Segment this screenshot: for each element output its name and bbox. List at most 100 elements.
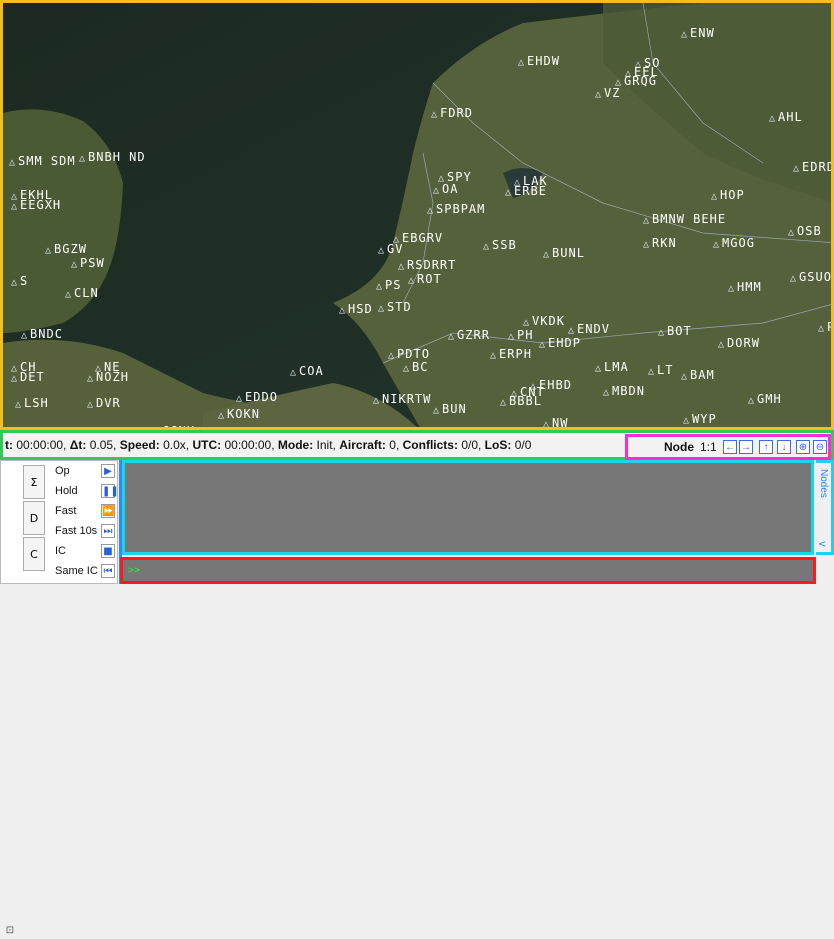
zoom-out-icon: ⊖ xyxy=(815,442,825,453)
panel-toggle-icon[interactable]: ⊡ xyxy=(2,923,18,939)
waypoint[interactable]: △ BNDC xyxy=(21,328,63,342)
utc-value: 00:00:00, xyxy=(224,438,275,452)
waypoint[interactable]: △ LSH xyxy=(15,397,49,411)
waypoint-triangle-icon: △ xyxy=(378,303,386,314)
pan-left-button[interactable]: ← xyxy=(723,440,737,454)
waypoint[interactable]: △ BGZW xyxy=(45,243,87,257)
waypoint[interactable]: △ ENW xyxy=(681,27,715,41)
pan-down-button[interactable]: ↓ xyxy=(777,440,791,454)
waypoint[interactable]: △ KOKN xyxy=(218,408,260,422)
waypoint[interactable]: △ PS xyxy=(376,279,401,293)
waypoint[interactable]: △ LMA xyxy=(595,361,629,375)
waypoint[interactable]: △ EDRD xyxy=(793,160,834,175)
waypoint-triangle-icon: △ xyxy=(427,205,435,216)
time-label: t: xyxy=(5,438,13,452)
waypoint[interactable]: △ EHDP xyxy=(539,337,581,351)
waypoint[interactable]: △ AHL xyxy=(769,111,803,125)
waypoint[interactable]: △ HMM xyxy=(728,281,762,295)
waypoint[interactable]: △ EHBD xyxy=(530,379,572,393)
pan-up-button[interactable]: ↑ xyxy=(759,440,773,454)
waypoint[interactable]: △ MBDN xyxy=(603,385,645,399)
waypoint-triangle-icon: △ xyxy=(643,215,651,226)
waypoint[interactable]: △ RSDRRT xyxy=(398,259,456,273)
waypoint[interactable]: △ ROT xyxy=(408,273,442,287)
waypoint-label: BGZW xyxy=(54,242,87,256)
waypoint[interactable]: △ ENDV xyxy=(568,323,610,337)
waypoint[interactable]: △ ERBE xyxy=(505,185,547,199)
waypoint[interactable]: △ GV xyxy=(378,243,403,257)
waypoint[interactable]: △ EHDW xyxy=(518,55,560,69)
waypoint[interactable]: △ RKN xyxy=(643,237,677,251)
waypoint-triangle-icon: △ xyxy=(376,281,384,292)
waypoint[interactable]: △ DORW xyxy=(718,337,760,351)
waypoint-label: NW xyxy=(552,416,569,430)
nodes-panel[interactable]: Nodes < xyxy=(816,460,834,555)
node-label: Node xyxy=(664,440,694,454)
waypoint-label: EDRD xyxy=(802,160,834,174)
waypoint[interactable]: △ FDRD xyxy=(431,107,473,121)
waypoint-label: SMM SDM xyxy=(18,154,76,168)
waypoint[interactable]: △ S xyxy=(11,275,28,289)
chevron-left-icon[interactable]: < xyxy=(818,539,826,550)
waypoint[interactable]: △ PSW xyxy=(71,257,105,271)
waypoint[interactable]: △ BUN xyxy=(433,403,467,417)
waypoint[interactable]: △P xyxy=(818,321,831,335)
waypoint-label: ENW xyxy=(690,26,715,40)
waypoint[interactable]: △ MGOG xyxy=(713,237,755,251)
waypoint[interactable]: △ EDDO xyxy=(236,391,278,405)
waypoint[interactable]: △ VZ xyxy=(595,87,620,101)
waypoint[interactable]: △ PH xyxy=(508,329,533,343)
waypoint[interactable]: △ BUNL xyxy=(543,247,585,261)
waypoint[interactable]: △ GSUO xyxy=(790,271,831,285)
pan-right-button[interactable]: → xyxy=(739,440,753,454)
waypoint[interactable]: △ CLN xyxy=(65,287,99,301)
console-output[interactable] xyxy=(122,460,814,555)
waypoint[interactable]: △ CH xyxy=(11,361,36,375)
waypoint-triangle-icon: △ xyxy=(681,29,689,40)
waypoint-label: BUNL xyxy=(552,246,585,260)
waypoint[interactable]: △ NIKRTW xyxy=(373,393,431,407)
waypoint[interactable]: △ SMM SDM xyxy=(9,155,76,169)
command-line[interactable]: >> xyxy=(120,557,816,584)
waypoint[interactable]: △ GRQG xyxy=(615,75,657,89)
waypoint-triangle-icon: △ xyxy=(378,245,386,256)
waypoint[interactable]: △ GMH xyxy=(748,393,782,407)
waypoint[interactable]: △ LT xyxy=(648,364,673,378)
waypoint-triangle-icon: △ xyxy=(818,323,826,334)
waypoint-triangle-icon: △ xyxy=(643,239,651,250)
waypoint[interactable]: △ BAM xyxy=(681,369,715,383)
waypoint-label: BNDC xyxy=(30,327,63,341)
waypoint[interactable]: △ GZRR xyxy=(448,329,490,343)
waypoint[interactable]: △ BMNW BEHE xyxy=(643,213,726,227)
waypoint[interactable]: △ ERPH xyxy=(490,348,532,362)
waypoint[interactable]: △ SSB xyxy=(483,239,517,253)
waypoint[interactable]: △ DVR xyxy=(87,397,121,411)
waypoint-label: GV xyxy=(387,242,404,256)
waypoint[interactable]: △ NE xyxy=(95,361,120,375)
waypoint-triangle-icon: △ xyxy=(11,191,19,202)
waypoint[interactable]: △ EKHL xyxy=(11,189,53,203)
waypoint-triangle-icon: △ xyxy=(595,89,603,100)
waypoint[interactable]: △ BBBL xyxy=(500,395,542,409)
node-controls: Node 1:1 ← → ↑ ↓ ⊕ ⊖ xyxy=(625,434,831,460)
dt-label: Δt: xyxy=(69,438,87,452)
waypoint[interactable]: △ COA xyxy=(290,365,324,379)
waypoint[interactable]: △ NW xyxy=(543,416,569,430)
waypoint[interactable]: △ OA xyxy=(433,183,458,197)
waypoint[interactable]: △ BC xyxy=(403,361,428,375)
zoom-out-button[interactable]: ⊖ xyxy=(813,440,827,454)
waypoint[interactable]: △ SPBPAM xyxy=(427,203,485,217)
waypoint[interactable]: △ HOP xyxy=(711,189,745,203)
waypoint-label: EHBD xyxy=(539,378,572,392)
zoom-in-button[interactable]: ⊕ xyxy=(796,440,810,454)
command-prompt: >> xyxy=(128,565,141,576)
waypoint[interactable]: △ VKDK xyxy=(523,315,565,329)
waypoint[interactable]: △ BNBH ND xyxy=(79,151,146,165)
waypoint[interactable]: △ STD xyxy=(378,301,412,315)
radar-map[interactable]: △ ENW △ EHDW △ SO △ EEL △ GRQG △ VZ △ FDRD △ AHL △ EDRD △ S… xyxy=(0,0,834,430)
waypoint[interactable]: △ OSB xyxy=(788,225,822,239)
waypoint[interactable]: △ BOT xyxy=(658,325,692,339)
waypoint[interactable]: △ WYP xyxy=(683,413,717,427)
waypoint-triangle-icon: △ xyxy=(448,331,456,342)
waypoint[interactable]: △ HSD xyxy=(339,303,373,317)
